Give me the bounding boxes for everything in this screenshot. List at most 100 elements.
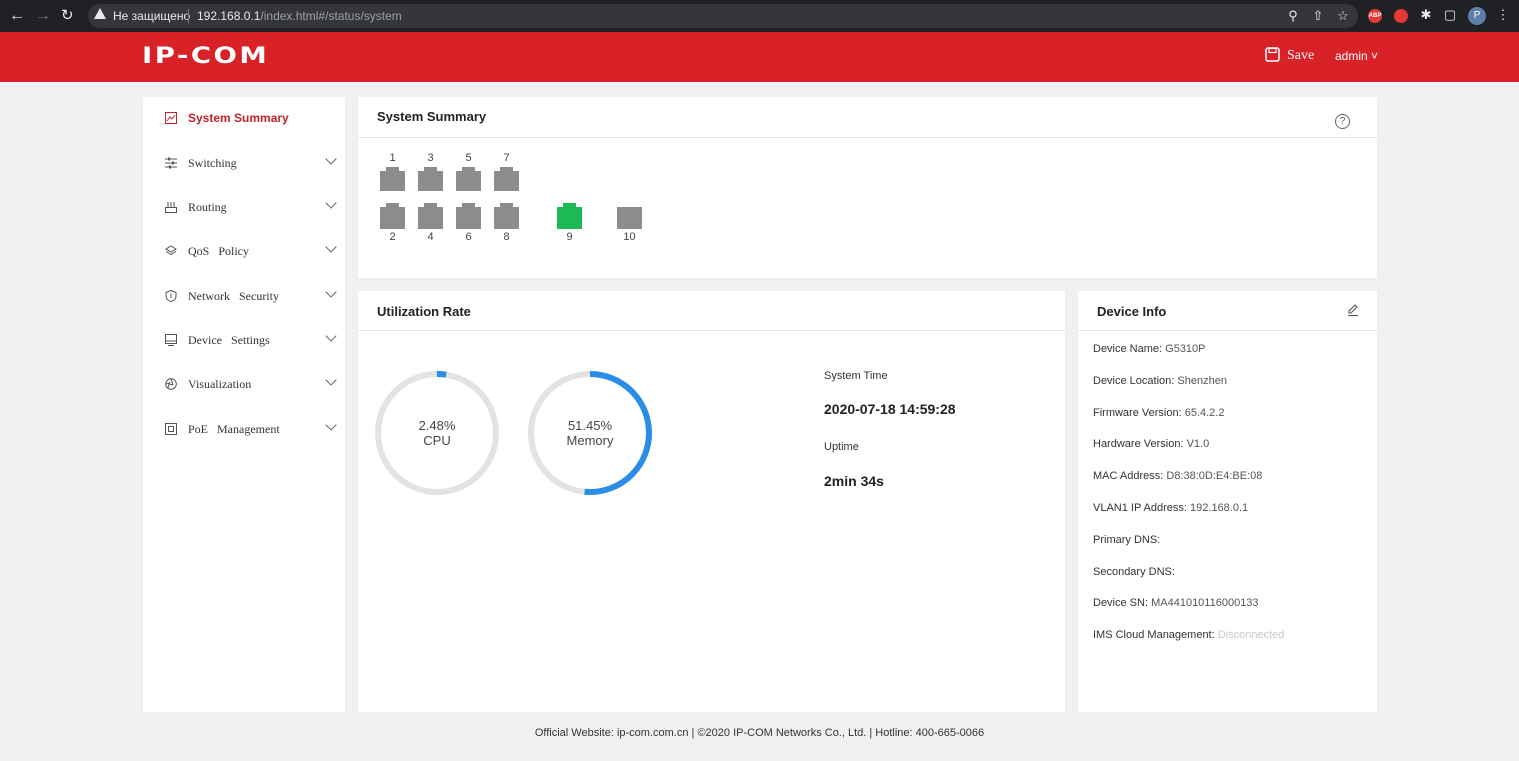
info-value: G5310P — [1165, 343, 1206, 355]
port-8[interactable]: 8 — [494, 203, 519, 243]
cpu-label: CPU — [423, 433, 451, 448]
key-icon[interactable]: ⚲ — [1286, 8, 1300, 24]
ethernet-port-icon — [494, 171, 519, 191]
memory-percent: 51.45% — [567, 418, 613, 433]
info-value: Disconnected — [1217, 629, 1285, 641]
info-label: Device Name: — [1093, 343, 1163, 355]
sidebar-item-visualization[interactable]: Visualization — [143, 363, 345, 407]
ethernet-port-icon — [494, 207, 519, 229]
chevron-down-icon — [325, 241, 337, 253]
sidebar-item-switching[interactable]: Switching — [143, 142, 345, 186]
chevron-down-icon — [325, 286, 337, 298]
ethernet-port-icon — [456, 171, 481, 191]
device-info-row: Device Location: Shenzhen — [1093, 375, 1227, 387]
help-icon[interactable]: ? — [1335, 114, 1350, 129]
system-summary-panel: System Summary ? 1 3 5 7 2 4 6 8 9 10 — [358, 97, 1377, 278]
layers-icon — [165, 245, 177, 256]
memory-label: Memory — [566, 433, 614, 448]
puzzle-extensions-icon[interactable]: ✱ — [1419, 7, 1433, 23]
admin-label: admin — [1335, 49, 1368, 63]
port-1[interactable]: 1 — [380, 152, 405, 191]
router-icon — [165, 202, 177, 213]
sidebar-item-network-security[interactable]: Network Security — [143, 275, 345, 319]
ip-com-logo: IP-COM — [142, 44, 270, 69]
insecure-label: Не защищено — [113, 9, 191, 23]
side-panel-icon[interactable]: ▢ — [1443, 7, 1457, 23]
poe-icon — [165, 423, 177, 435]
sidebar-item-routing[interactable]: Routing — [143, 186, 345, 230]
device-info-row: Primary DNS: — [1093, 534, 1160, 546]
ethernet-port-icon — [617, 207, 642, 229]
device-info-row: Device Name: G5310P — [1093, 343, 1206, 355]
port-7[interactable]: 7 — [494, 152, 519, 191]
device-info-row: VLAN1 IP Address: 192.168.0.1 — [1093, 502, 1248, 514]
admin-user-menu[interactable]: admin ˅ — [1335, 47, 1378, 65]
info-value: MA441010116000133 — [1151, 597, 1259, 609]
utilization-panel: Utilization Rate 2.48% CPU 51.45% Memory… — [358, 291, 1065, 712]
adblock-extension-icon[interactable]: ABP — [1368, 9, 1382, 23]
port-number: 6 — [465, 231, 472, 243]
sidebar-item-label: Network Security — [188, 289, 279, 303]
sidebar-item-qos-policy[interactable]: QoS Policy — [143, 230, 345, 274]
chevron-down-icon — [325, 153, 337, 165]
extension-icon[interactable] — [1394, 9, 1408, 23]
forward-arrow-icon[interactable]: → — [35, 0, 51, 32]
sidebar-item-label: QoS Policy — [188, 244, 250, 258]
sidebar-item-system-summary[interactable]: System Summary — [143, 97, 345, 141]
device-info-panel: Device Info Device Name: G5310P Device Lo… — [1078, 291, 1377, 712]
sidebar-item-label: Switching — [188, 156, 237, 170]
port-4[interactable]: 4 — [418, 203, 443, 243]
info-label: Hardware Version: — [1093, 438, 1184, 450]
save-label: Save — [1287, 48, 1315, 63]
port-5[interactable]: 5 — [456, 152, 481, 191]
more-menu-icon[interactable]: ⋮ — [1496, 7, 1510, 23]
info-label: Device SN: — [1093, 597, 1149, 609]
info-label: Primary DNS: — [1093, 534, 1161, 546]
port-9[interactable]: 9 — [557, 203, 582, 243]
chevron-down-icon — [325, 330, 337, 342]
app-header: IP-COM Save admin ˅ — [0, 32, 1519, 82]
chevron-down-icon — [325, 197, 337, 209]
profile-avatar[interactable]: P — [1468, 7, 1486, 25]
uptime-value: 2min 34s — [824, 473, 884, 489]
port-number: 1 — [389, 152, 396, 164]
warning-icon — [94, 8, 106, 19]
port-3[interactable]: 3 — [418, 152, 443, 191]
address-bar[interactable]: Не защищено 192.168.0.1/index.html#/stat… — [88, 4, 1358, 28]
info-label: IMS Cloud Management: — [1093, 629, 1215, 641]
device-info-row: Hardware Version: V1.0 — [1093, 438, 1209, 450]
ethernet-port-icon — [456, 207, 481, 229]
browser-toolbar: ← → ↻ Не защищено 192.168.0.1/index.html… — [0, 0, 1519, 32]
device-info-row: Firmware Version: 65.4.2.2 — [1093, 407, 1224, 419]
cpu-percent: 2.48% — [418, 418, 456, 433]
info-label: MAC Address: — [1093, 470, 1164, 482]
device-info-row: Device SN: MA441010116000133 — [1093, 597, 1259, 609]
chevron-down-icon: ˅ — [1367, 49, 1379, 63]
reload-icon[interactable]: ↻ — [61, 0, 74, 32]
panel-divider — [358, 330, 1065, 331]
info-value: D8:38:0D:E4:BE:08 — [1166, 470, 1263, 482]
sidebar-item-poe-management[interactable]: PoE Management — [143, 408, 345, 452]
sidebar-item-device-settings[interactable]: Device Settings — [143, 319, 345, 363]
ethernet-port-icon — [418, 171, 443, 191]
share-icon[interactable]: ⇧ — [1311, 8, 1325, 24]
system-time-value: 2020-07-18 14:59:28 — [824, 401, 956, 417]
device-info-row: MAC Address: D8:38:0D:E4:BE:08 — [1093, 470, 1262, 482]
port-2[interactable]: 2 — [380, 203, 405, 243]
info-label: VLAN1 IP Address: — [1093, 502, 1187, 514]
port-6[interactable]: 6 — [456, 203, 481, 243]
port-number: 2 — [389, 231, 396, 243]
port-number: 9 — [566, 231, 573, 243]
back-arrow-icon[interactable]: ← — [9, 0, 25, 32]
bookmark-star-icon[interactable]: ☆ — [1336, 8, 1350, 24]
port-10[interactable]: 10 — [617, 203, 642, 243]
sliders-icon — [165, 157, 177, 169]
url-text[interactable]: 192.168.0.1/index.html#/status/system — [197, 4, 402, 28]
chevron-down-icon — [325, 419, 337, 431]
edit-pencil-icon[interactable] — [1346, 303, 1360, 317]
sidebar-item-label: Routing — [188, 200, 227, 214]
info-value: V1.0 — [1186, 438, 1210, 450]
panel-divider — [1078, 330, 1377, 331]
port-number: 10 — [623, 231, 636, 243]
panel-title: Device Info — [1097, 304, 1167, 319]
